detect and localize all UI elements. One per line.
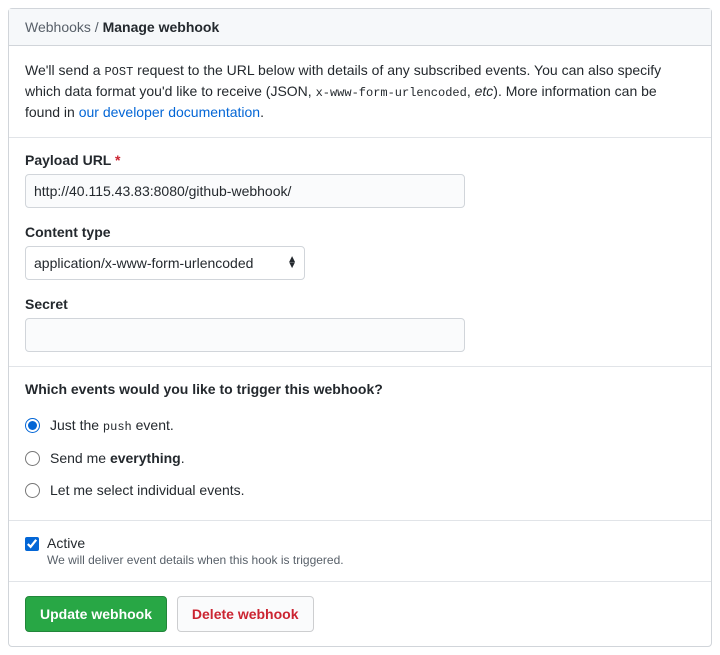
events-section: Which events would you like to trigger t… xyxy=(9,367,711,521)
content-type-group: Content type application/x-www-form-urle… xyxy=(25,224,695,280)
event-label-push: Just the push event. xyxy=(50,417,174,434)
content-type-label: Content type xyxy=(25,224,695,240)
payload-url-input[interactable] xyxy=(25,174,465,208)
secret-label: Secret xyxy=(25,296,695,312)
breadcrumb: Webhooks / Manage webhook xyxy=(9,9,711,46)
intro-part1: We'll send a xyxy=(25,62,104,78)
content-type-select[interactable]: application/x-www-form-urlencoded xyxy=(25,246,305,280)
payload-url-group: Payload URL * xyxy=(25,152,695,208)
event-label-everything: Send me everything. xyxy=(50,450,185,466)
payload-url-label: Payload URL * xyxy=(25,152,695,168)
active-description: We will deliver event details when this … xyxy=(47,553,344,567)
active-checkbox[interactable] xyxy=(25,537,39,551)
intro-encoding-code: x-www-form-urlencoded xyxy=(316,86,467,100)
delete-webhook-button[interactable]: Delete webhook xyxy=(177,596,314,632)
event-option-individual[interactable]: Let me select individual events. xyxy=(25,474,695,506)
actions-row: Update webhook Delete webhook xyxy=(9,582,711,646)
required-asterisk: * xyxy=(115,152,120,168)
form-section: Payload URL * Content type application/x… xyxy=(9,138,711,367)
intro-text: We'll send a POST request to the URL bel… xyxy=(9,46,711,138)
breadcrumb-parent[interactable]: Webhooks xyxy=(25,19,91,35)
active-section: Active We will deliver event details whe… xyxy=(9,521,711,582)
active-checkbox-row[interactable]: Active We will deliver event details whe… xyxy=(25,535,695,567)
intro-part5: . xyxy=(260,104,264,120)
intro-etc: etc xyxy=(475,83,494,99)
intro-method-code: POST xyxy=(104,65,133,79)
payload-url-label-text: Payload URL xyxy=(25,152,111,168)
active-label: Active xyxy=(47,535,344,551)
secret-group: Secret xyxy=(25,296,695,352)
event-radio-individual[interactable] xyxy=(25,483,40,498)
secret-input[interactable] xyxy=(25,318,465,352)
breadcrumb-separator: / xyxy=(91,19,103,35)
update-webhook-button[interactable]: Update webhook xyxy=(25,596,167,632)
event-radio-push[interactable] xyxy=(25,418,40,433)
event-option-push[interactable]: Just the push event. xyxy=(25,409,695,442)
intro-part3: , xyxy=(467,83,475,99)
event-option-everything[interactable]: Send me everything. xyxy=(25,442,695,474)
developer-docs-link[interactable]: our developer documentation xyxy=(79,104,260,120)
events-heading: Which events would you like to trigger t… xyxy=(25,381,695,397)
breadcrumb-current: Manage webhook xyxy=(103,19,220,35)
event-label-individual: Let me select individual events. xyxy=(50,482,245,498)
webhook-panel: Webhooks / Manage webhook We'll send a P… xyxy=(8,8,712,647)
event-radio-everything[interactable] xyxy=(25,451,40,466)
